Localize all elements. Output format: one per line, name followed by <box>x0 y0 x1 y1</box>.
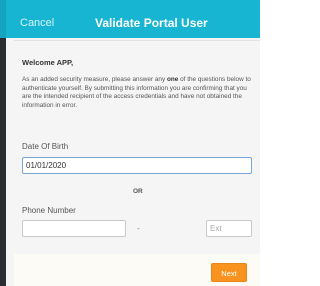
dob-field[interactable] <box>22 157 252 174</box>
or-separator: OR <box>133 188 143 195</box>
divider <box>14 40 260 41</box>
phone-label: Phone Number <box>22 206 76 215</box>
welcome-heading: Welcome APP, <box>22 58 74 67</box>
cancel-button[interactable]: Cancel <box>20 17 54 29</box>
next-button[interactable]: Next <box>211 263 247 282</box>
page-title: Validate Portal User <box>95 16 208 30</box>
intro-text: As an added security measure, please ans… <box>22 76 256 110</box>
phone-field[interactable] <box>22 220 126 237</box>
dob-label: Date Of Birth <box>22 142 69 151</box>
ext-field[interactable] <box>206 220 252 237</box>
intro-text-emphasis: one <box>166 76 179 83</box>
phone-dash: - <box>137 224 140 233</box>
intro-text-start: As an added security measure, please ans… <box>22 76 167 83</box>
header-bar: Cancel Validate Portal User <box>0 0 260 38</box>
